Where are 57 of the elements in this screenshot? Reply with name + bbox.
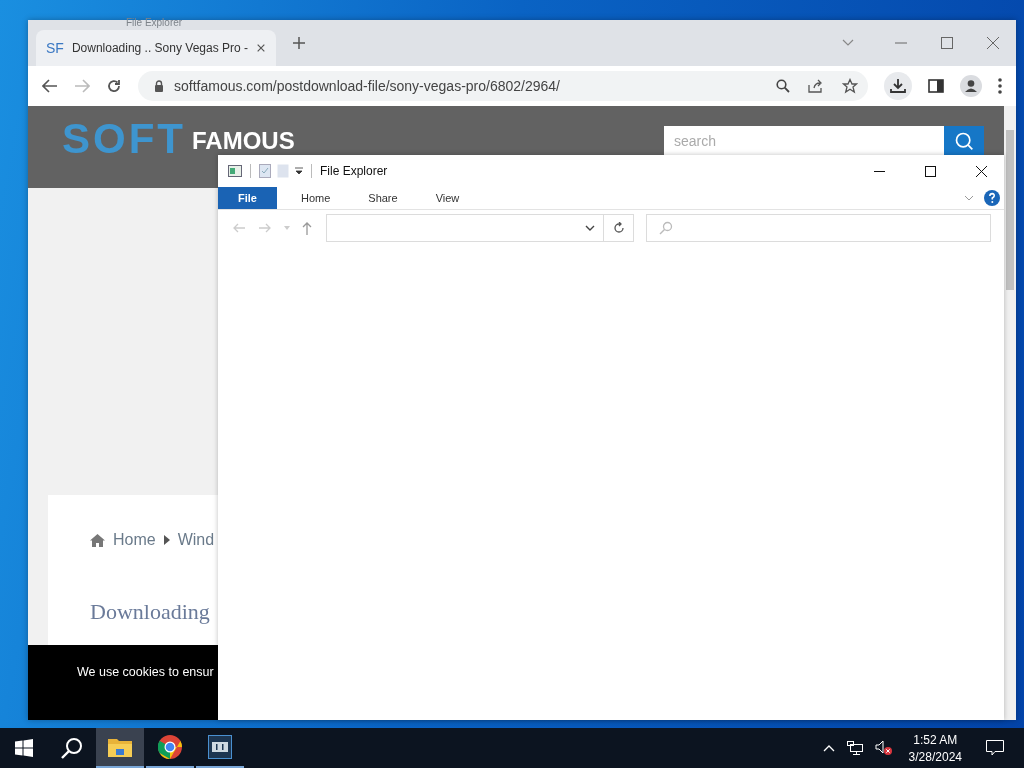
side-panel-icon[interactable]	[928, 79, 944, 93]
chevron-up-icon[interactable]	[822, 744, 835, 752]
refresh-button[interactable]	[604, 214, 634, 242]
ribbon-tab[interactable]: View	[421, 187, 474, 209]
browser-icon	[158, 735, 182, 759]
window-title: File Explorer	[320, 164, 388, 178]
star-icon[interactable]	[842, 78, 858, 94]
search-icon	[659, 221, 673, 235]
close-tab-icon[interactable]	[256, 42, 266, 54]
expand-ribbon-icon[interactable]	[964, 195, 974, 201]
address-field[interactable]	[326, 214, 604, 242]
breadcrumb-link[interactable]: Wind	[177, 531, 215, 549]
network-icon[interactable]	[846, 741, 863, 755]
search-field[interactable]	[646, 214, 991, 242]
minimize-icon[interactable]	[874, 170, 885, 172]
refresh-icon	[612, 222, 625, 234]
film-icon	[208, 735, 232, 759]
download-button[interactable]	[884, 72, 912, 100]
notifications-icon[interactable]	[986, 740, 1004, 756]
ribbon-tab[interactable]: File	[218, 187, 277, 209]
speaker-icon[interactable]	[874, 740, 893, 756]
page-heading: Downloading	[90, 599, 211, 625]
properties-icon[interactable]	[228, 165, 242, 177]
breadcrumb-link[interactable]: Home	[113, 531, 156, 549]
caret-right-icon	[163, 535, 170, 545]
menu-icon[interactable]	[998, 78, 1002, 94]
favicon: SF	[46, 40, 64, 56]
profile-icon[interactable]	[960, 75, 982, 97]
taskbar-app[interactable]	[96, 728, 144, 768]
search-icon[interactable]	[776, 79, 790, 93]
scrollbar[interactable]	[1004, 106, 1016, 720]
download-icon	[890, 78, 906, 94]
lock-icon[interactable]	[154, 80, 164, 92]
search-icon	[61, 737, 83, 759]
search-icon	[954, 130, 974, 151]
ribbon-tab[interactable]: Home	[286, 187, 345, 209]
maximize-icon[interactable]	[925, 165, 936, 177]
new-tab-icon[interactable]	[292, 36, 306, 50]
tab-title: Downloading .. Sony Vegas Pro -	[71, 41, 248, 55]
reload-icon[interactable]	[106, 78, 122, 94]
chevron-down-icon[interactable]	[585, 225, 595, 231]
ribbon-tab[interactable]: Share	[354, 187, 412, 209]
clock-date[interactable]: 3/28/2024	[908, 749, 962, 764]
browser-tab[interactable]: SF Downloading .. Sony Vegas Pro -	[36, 30, 276, 66]
site-logo[interactable]: SOFT FAMOUS	[62, 118, 295, 160]
clock-time[interactable]: 1:52 AM	[913, 732, 958, 747]
home-icon	[90, 533, 105, 547]
share-icon[interactable]	[808, 79, 824, 93]
windows-logo-icon	[15, 739, 33, 757]
dropdown-icon[interactable]	[295, 167, 303, 175]
folder-icon	[108, 737, 132, 757]
up-icon[interactable]	[302, 221, 312, 235]
ghost-window-title: File Explorer	[126, 17, 183, 28]
close-icon[interactable]	[976, 165, 987, 177]
help-icon[interactable]	[984, 190, 1000, 206]
back-icon[interactable]	[42, 79, 58, 93]
cookie-notice: We use cookies to ensur	[77, 665, 214, 679]
